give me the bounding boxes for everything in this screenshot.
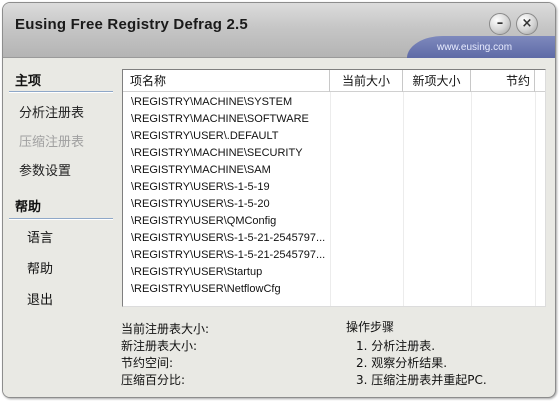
size-cell	[403, 179, 471, 196]
section-divider	[9, 91, 113, 93]
table-row[interactable]: \REGISTRY\USER\Startup	[123, 264, 545, 281]
registry-key-cell: \REGISTRY\USER\.DEFAULT	[131, 130, 279, 142]
size-cell	[330, 213, 403, 230]
registry-key-cell: \REGISTRY\MACHINE\SYSTEM	[131, 96, 293, 108]
registry-key-cell: \REGISTRY\USER\S-1-5-21-2545797...	[131, 249, 326, 261]
size-cell	[403, 247, 471, 264]
size-cell	[471, 230, 535, 247]
table-row[interactable]: \REGISTRY\MACHINE\SAM	[123, 162, 545, 179]
size-cell	[471, 247, 535, 264]
size-cell	[403, 264, 471, 281]
app-window: Eusing Free Registry Defrag 2.5 – × www.…	[2, 2, 556, 398]
table-row[interactable]: \REGISTRY\USER\QMConfig	[123, 213, 545, 230]
list-body: \REGISTRY\MACHINE\SYSTEM \REGISTRY\MACHIN…	[123, 94, 545, 306]
column-header-current-size[interactable]: 当前大小	[330, 70, 403, 92]
size-cell	[471, 162, 535, 179]
exit-button[interactable]: 退出	[15, 289, 71, 313]
size-cell	[330, 162, 403, 179]
size-cell	[330, 111, 403, 128]
size-cell	[330, 230, 403, 247]
help-button[interactable]: 帮助	[15, 258, 71, 282]
language-button[interactable]: 语言	[15, 227, 71, 251]
registry-list-view[interactable]: 项名称 当前大小 新项大小 节约 \REGISTRY\MACHINE\SYSTE…	[122, 69, 546, 307]
size-cell	[471, 179, 535, 196]
saved-space-label: 节约空间:	[121, 356, 174, 370]
table-row[interactable]: \REGISTRY\USER\S-1-5-20	[123, 196, 545, 213]
size-cell	[403, 230, 471, 247]
table-row[interactable]: \REGISTRY\USER\S-1-5-19	[123, 179, 545, 196]
column-header-new-size[interactable]: 新项大小	[403, 70, 471, 92]
size-cell	[471, 264, 535, 281]
size-cell	[471, 213, 535, 230]
size-cell	[471, 128, 535, 145]
size-cell	[403, 94, 471, 111]
size-cell	[403, 281, 471, 298]
close-button[interactable]: ×	[516, 13, 538, 35]
registry-key-cell: \REGISTRY\USER\Startup	[131, 266, 263, 278]
size-cell	[330, 281, 403, 298]
minimize-button[interactable]: –	[489, 13, 511, 35]
registry-key-cell: \REGISTRY\USER\QMConfig	[131, 215, 277, 227]
registry-key-cell: \REGISTRY\USER\S-1-5-19	[131, 181, 270, 193]
size-cell	[471, 196, 535, 213]
size-cell	[330, 196, 403, 213]
title-bar[interactable]: Eusing Free Registry Defrag 2.5 – × www.…	[3, 3, 555, 58]
size-cell	[330, 94, 403, 111]
column-header-name[interactable]: 项名称	[123, 70, 330, 92]
size-cell	[330, 179, 403, 196]
size-cell	[403, 213, 471, 230]
table-row[interactable]: \REGISTRY\MACHINE\SECURITY	[123, 145, 545, 162]
size-cell	[403, 162, 471, 179]
size-cell	[330, 264, 403, 281]
registry-key-cell: \REGISTRY\MACHINE\SOFTWARE	[131, 113, 309, 125]
table-row[interactable]: \REGISTRY\MACHINE\SYSTEM	[123, 94, 545, 111]
registry-key-cell: \REGISTRY\MACHINE\SECURITY	[131, 147, 303, 159]
website-link[interactable]: www.eusing.com	[437, 42, 512, 53]
size-cell	[330, 145, 403, 162]
table-row[interactable]: \REGISTRY\USER\NetflowCfg	[123, 281, 545, 298]
table-row[interactable]: \REGISTRY\USER\S-1-5-21-2545797...	[123, 247, 545, 264]
step-item: 3. 压缩注册表并重起PC.	[356, 373, 487, 387]
section-main-label: 主项	[15, 74, 42, 89]
size-cell	[403, 128, 471, 145]
sidebar: 主项 分析注册表 压缩注册表 参数设置 帮助 语言 帮助 退出	[3, 58, 113, 397]
step-item: 1. 分析注册表.	[356, 339, 436, 353]
table-row[interactable]: \REGISTRY\USER\S-1-5-21-2545797...	[123, 230, 545, 247]
section-help-label: 帮助	[15, 200, 42, 215]
current-size-label: 当前注册表大小:	[121, 322, 210, 336]
column-header-saved[interactable]: 节约	[471, 70, 535, 92]
menu-settings[interactable]: 参数设置	[19, 160, 71, 179]
size-cell	[471, 145, 535, 162]
step-item: 2. 观察分析结果.	[356, 356, 448, 370]
size-cell	[403, 196, 471, 213]
table-row[interactable]: \REGISTRY\MACHINE\SOFTWARE	[123, 111, 545, 128]
compress-ratio-label: 压缩百分比:	[121, 373, 186, 387]
registry-key-cell: \REGISTRY\USER\S-1-5-21-2545797...	[131, 232, 326, 244]
size-cell	[403, 111, 471, 128]
size-cell	[330, 247, 403, 264]
table-row[interactable]: \REGISTRY\USER\.DEFAULT	[123, 128, 545, 145]
list-header: 项名称 当前大小 新项大小 节约	[123, 70, 545, 92]
section-divider	[9, 218, 113, 220]
registry-key-cell: \REGISTRY\USER\NetflowCfg	[131, 283, 281, 295]
size-cell	[471, 111, 535, 128]
steps-title: 操作步骤	[346, 320, 395, 334]
registry-key-cell: \REGISTRY\USER\S-1-5-20	[131, 198, 270, 210]
size-cell	[471, 281, 535, 298]
new-size-label: 新注册表大小:	[121, 339, 198, 353]
window-title: Eusing Free Registry Defrag 2.5	[15, 16, 248, 33]
registry-key-cell: \REGISTRY\MACHINE\SAM	[131, 164, 271, 176]
size-cell	[330, 128, 403, 145]
size-cell	[471, 94, 535, 111]
website-badge: www.eusing.com	[407, 36, 555, 58]
size-cell	[403, 145, 471, 162]
menu-analyze-registry[interactable]: 分析注册表	[19, 102, 84, 121]
menu-compress-registry: 压缩注册表	[19, 135, 85, 150]
